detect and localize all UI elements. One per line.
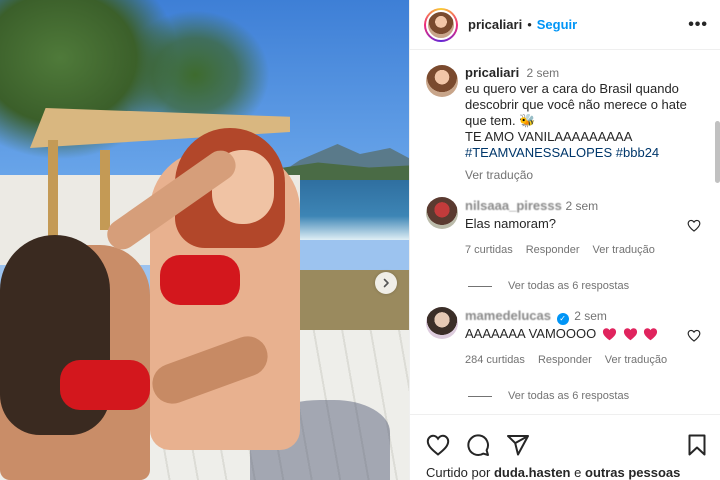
comment-text: Elas namoram? [465,216,557,231]
red-heart-emoji-icon [623,328,637,341]
caption-time: 2 sem [526,66,560,80]
heart-icon[interactable] [687,219,701,232]
caption-username[interactable]: pricaliari [465,65,519,80]
author-username[interactable]: pricaliari [468,17,522,32]
comment-username[interactable]: nilsaaa_piresss [465,198,562,213]
save-button[interactable] [687,434,707,456]
caption-line: TE AMO VANILAAAAAAAAA [465,129,633,144]
caption-line: eu quero ver a cara do Brasil quando [465,81,679,96]
view-replies-label: Ver todas as 6 respostas [508,390,630,402]
liked-others-link[interactable]: outras pessoas [585,465,680,480]
comment-icon [467,434,489,456]
verified-badge-icon: ✓ [556,313,569,325]
roof-post [100,150,110,230]
hashtag-link[interactable]: #TEAMVANESSALOPES [465,145,612,160]
bookmark-icon [688,434,706,456]
more-options-icon[interactable]: ••• [688,16,708,34]
share-icon [507,435,529,456]
avatar[interactable] [426,65,458,97]
comment-time: 2 sem [574,309,607,323]
caption: pricaliari 2 sem eu quero ver a cara do … [410,51,720,183]
caption-line: que tem. 🐝 [465,113,536,128]
separator-dot: • [527,17,532,32]
red-bikini [60,360,150,410]
comment-username[interactable]: mamedelucas [465,308,551,323]
heart-icon [426,434,450,456]
chevron-right-icon [383,278,389,288]
post-header: pricaliari • Seguir ••• [410,0,720,50]
red-bikini [160,255,240,305]
post-actions: Curtido por duda.hasten e outras pessoas [410,414,720,480]
see-translation-link[interactable]: Ver tradução [593,242,655,259]
liked-prefix: Curtido por [426,465,491,480]
hashtag-link[interactable]: #bbb24 [616,145,659,160]
comment: mamedelucas ✓ 2 sem AAAAAAA VAMOOOO 284 … [410,307,720,369]
comment-button[interactable] [466,433,490,457]
liked-connector: e [574,465,582,480]
see-translation-link[interactable]: Ver tradução [605,352,667,369]
post-side-panel: pricaliari • Seguir ••• pricaliari 2 sem… [409,0,720,480]
red-heart-emoji-icon [644,328,658,341]
view-replies-button[interactable]: Ver todas as 6 respostas [410,390,720,402]
like-button[interactable] [426,434,450,456]
liked-user-link[interactable]: duda.hasten [494,465,571,480]
view-replies-button[interactable]: Ver todas as 6 respostas [410,280,720,292]
see-translation-link[interactable]: Ver tradução [465,167,707,183]
heart-icon[interactable] [687,329,701,342]
liked-by: Curtido por duda.hasten e outras pessoas [410,457,720,480]
share-button[interactable] [506,433,530,457]
red-heart-emoji-icon [602,328,616,341]
author-avatar[interactable] [424,7,458,42]
view-replies-label: Ver todas as 6 respostas [508,280,630,292]
comment-time: 2 sem [565,199,599,213]
comment-likes[interactable]: 7 curtidas [465,242,513,259]
scrollbar[interactable] [715,121,720,183]
comment-text: AAAAAAA VAMOOOO [465,326,597,341]
comment: nilsaaa_piresss 2 sem Elas namoram? 7 cu… [410,197,720,259]
comments-scroll-area[interactable]: pricaliari 2 sem eu quero ver a cara do … [410,51,720,414]
next-photo-button[interactable] [375,272,397,294]
comment-likes[interactable]: 284 curtidas [465,352,525,369]
post-photo [0,0,409,480]
reply-button[interactable]: Responder [526,242,580,259]
reply-button[interactable]: Responder [538,352,592,369]
caption-line: descobrir que você não merece o hate [465,97,687,112]
avatar[interactable] [426,307,458,339]
roof-post [48,140,58,250]
avatar[interactable] [426,197,458,229]
follow-button[interactable]: Seguir [537,17,577,32]
